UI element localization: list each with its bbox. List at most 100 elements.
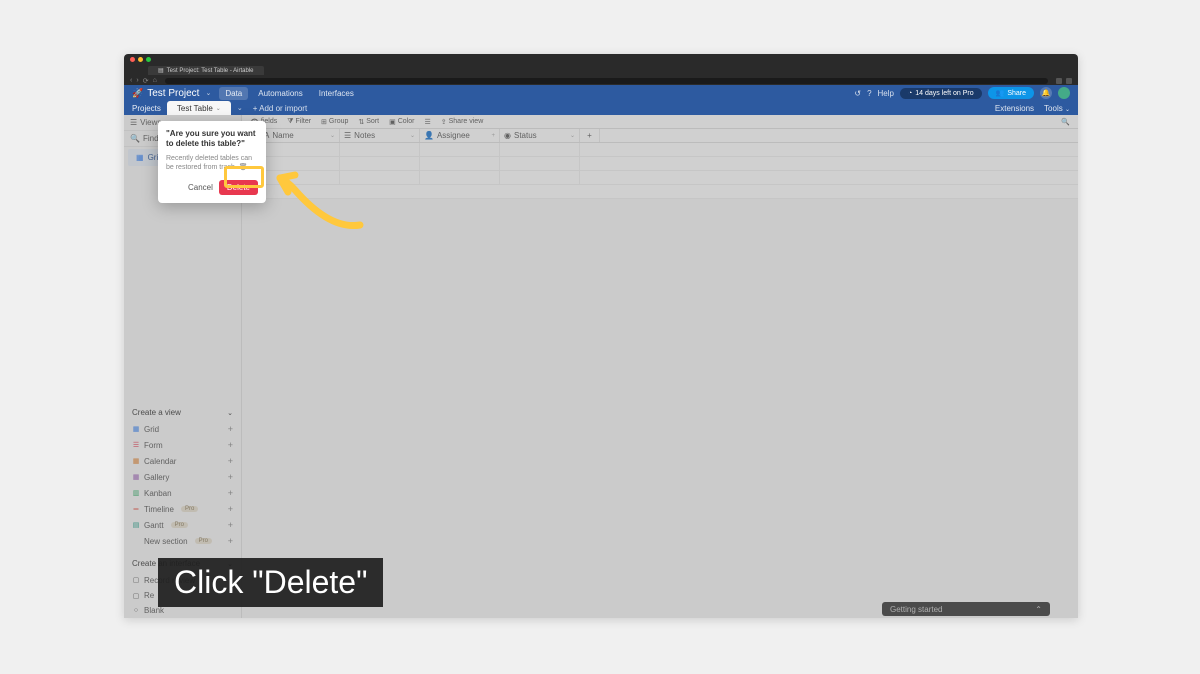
help-icon[interactable]: ? [867, 89, 871, 98]
chevron-down-icon[interactable]: ⌄ [410, 132, 415, 139]
user-icon: 👤 [424, 131, 434, 140]
plus-icon: + [228, 424, 233, 434]
projects-link[interactable]: Projects [132, 104, 161, 113]
table-row[interactable] [242, 157, 1078, 171]
chevron-down-icon[interactable]: ⌄ [205, 89, 211, 97]
chevron-down-icon: ⌄ [227, 409, 233, 417]
view-type-form[interactable]: ☰Form+ [124, 437, 241, 453]
notifications-icon[interactable]: 🔔 [1040, 87, 1052, 99]
sort-button[interactable]: ⇅Sort [358, 118, 379, 126]
gallery-icon: ▦ [132, 473, 140, 481]
column-header-name[interactable]: AName⌄ [260, 129, 340, 142]
instruction-caption: Click "Delete" [158, 558, 383, 607]
airtable-favicon-icon: ▤ [158, 67, 164, 74]
add-import-button[interactable]: + Add or import [253, 104, 307, 113]
user-avatar[interactable] [1058, 87, 1070, 99]
plus-icon: + [228, 504, 233, 514]
extension-icon[interactable] [1066, 78, 1072, 84]
maximize-window-icon[interactable] [146, 57, 151, 62]
notes-icon: ☰ [344, 131, 351, 140]
share-view-button[interactable]: ⇪Share view [441, 118, 484, 126]
add-import-label: Add or import [259, 104, 307, 113]
table-row[interactable] [242, 143, 1078, 157]
getting-started-panel[interactable]: Getting started ⌃ [882, 602, 1050, 616]
minimize-window-icon[interactable] [138, 57, 143, 62]
chevron-down-icon[interactable]: ⌄ [570, 132, 575, 139]
chevron-down-icon[interactable]: ⌄ [216, 105, 221, 112]
plus-icon: + [228, 520, 233, 530]
getting-started-label: Getting started [890, 605, 942, 614]
filter-button[interactable]: ⧩Filter [287, 118, 311, 126]
chevron-down-icon[interactable]: ⌄ [237, 104, 243, 112]
clock-icon: ◔ [908, 90, 912, 97]
view-type-kanban[interactable]: ▥Kanban+ [124, 485, 241, 501]
extension-icon[interactable] [1056, 78, 1062, 84]
share-button[interactable]: 👥 Share [988, 87, 1034, 99]
url-input[interactable] [165, 78, 1048, 84]
people-icon: 👥 [996, 89, 1005, 97]
row-height-button[interactable]: ☰ [424, 118, 430, 126]
search-button[interactable]: 🔍 [1061, 118, 1070, 126]
color-icon: ▣ [389, 118, 396, 126]
view-type-gallery[interactable]: ▦Gallery+ [124, 469, 241, 485]
trial-badge[interactable]: ◔ 14 days left on Pro [900, 88, 982, 99]
trial-text: 14 days left on Pro [915, 90, 973, 97]
back-icon[interactable]: ‹ [130, 77, 132, 84]
delete-table-dialog: "Are you sure you want to delete this ta… [158, 121, 266, 203]
view-type-timeline[interactable]: ═TimelinePro+ [124, 501, 241, 517]
plus-icon: + [228, 472, 233, 482]
sort-icon: ⇅ [358, 118, 364, 126]
browser-tab[interactable]: ▤ Test Project: Test Table - Airtable [148, 66, 264, 75]
chevron-down-icon[interactable]: ⌄ [330, 132, 335, 139]
view-type-gantt[interactable]: ▤GanttPro+ [124, 517, 241, 533]
timeline-icon: ═ [132, 505, 140, 513]
plus-icon[interactable]: + [491, 133, 495, 139]
rocket-icon: 🚀 [132, 88, 143, 99]
view-type-calendar[interactable]: ▦Calendar+ [124, 453, 241, 469]
table-row[interactable] [242, 171, 1078, 185]
trash-icon: 🗑 [239, 164, 248, 171]
add-column-button[interactable]: + [580, 129, 600, 142]
view-type-section[interactable]: New sectionPro+ [124, 533, 241, 549]
help-label[interactable]: Help [878, 89, 894, 98]
tab-data[interactable]: Data [219, 87, 248, 100]
forward-icon[interactable]: › [136, 77, 138, 84]
column-header-assignee[interactable]: 👤Assignee+ [420, 129, 500, 142]
cancel-button[interactable]: Cancel [188, 183, 213, 192]
group-button[interactable]: ⊞Group [321, 118, 348, 126]
table-tab[interactable]: Test Table ⌄ [167, 101, 231, 116]
table-bar: Projects Test Table ⌄ ⌄ + Add or import … [124, 101, 1078, 115]
add-row-button[interactable]: + [242, 185, 1078, 199]
extensions-link[interactable]: Extensions [995, 104, 1034, 113]
plus-icon: + [587, 131, 592, 140]
pro-badge: Pro [195, 538, 212, 544]
column-header-status[interactable]: ◉Status⌄ [500, 129, 580, 142]
plus-icon: + [253, 104, 258, 113]
close-window-icon[interactable] [130, 57, 135, 62]
column-header-notes[interactable]: ☰Notes⌄ [340, 129, 420, 142]
plus-icon: + [228, 440, 233, 450]
grid-header: AName⌄ ☰Notes⌄ 👤Assignee+ ◉Status⌄ + [242, 129, 1078, 143]
delete-button[interactable]: Delete [219, 180, 258, 195]
view-toolbar: 👁fields ⧩Filter ⊞Group ⇅Sort ▣Color ☰ ⇪S… [242, 115, 1078, 129]
list-icon: ☰ [130, 118, 137, 127]
grid-rows: + [242, 143, 1078, 199]
view-type-grid[interactable]: ▦Grid+ [124, 421, 241, 437]
search-icon: 🔍 [130, 134, 140, 143]
blank-icon: ○ [132, 607, 140, 615]
find-label: Find [143, 134, 159, 143]
chevron-down-icon: ⌄ [1065, 107, 1070, 113]
dialog-title: "Are you sure you want to delete this ta… [166, 129, 258, 150]
color-button[interactable]: ▣Color [389, 118, 414, 126]
history-icon[interactable]: ↺ [854, 89, 861, 98]
tab-automations[interactable]: Automations [252, 87, 308, 100]
gantt-icon: ▤ [132, 521, 140, 529]
home-icon[interactable]: ⌂ [153, 77, 157, 84]
main-area: 👁fields ⧩Filter ⊞Group ⇅Sort ▣Color ☰ ⇪S… [242, 115, 1078, 618]
project-name[interactable]: Test Project [147, 88, 199, 99]
create-view-section[interactable]: Create a view ⌄ [124, 404, 241, 421]
tab-interfaces[interactable]: Interfaces [313, 87, 360, 100]
reload-icon[interactable]: ⟳ [143, 77, 149, 85]
chevron-up-icon: ⌃ [1035, 605, 1042, 614]
tools-link[interactable]: Tools ⌄ [1044, 104, 1070, 113]
